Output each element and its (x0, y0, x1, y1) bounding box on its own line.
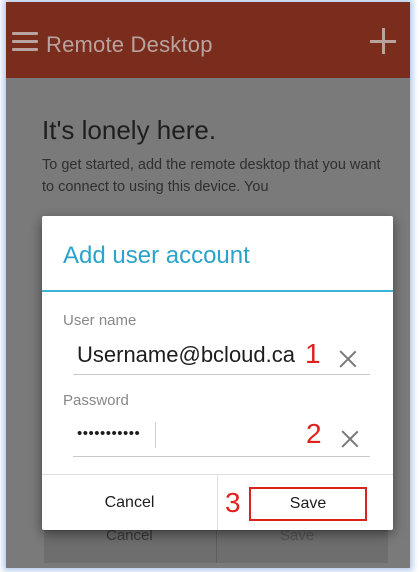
cancel-button[interactable]: Cancel (42, 475, 217, 530)
empty-state-heading: It's lonely here. (42, 115, 217, 145)
background-dialog-divider (216, 531, 217, 563)
add-user-account-dialog: Add user account User name Username@bclo… (42, 216, 393, 530)
save-button[interactable]: Save (249, 487, 367, 521)
dialog-title-divider (42, 290, 393, 292)
dialog-actions-separator (217, 475, 218, 530)
text-cursor (155, 422, 156, 448)
username-underline (73, 374, 370, 375)
password-underline (73, 456, 370, 457)
empty-state-body: To get started, add the remote desktop t… (42, 157, 381, 195)
plus-icon[interactable] (370, 28, 396, 54)
password-label: Password (63, 392, 129, 409)
annotation-marker-1: 1 (305, 338, 321, 369)
username-input[interactable]: Username@bcloud.ca (77, 342, 295, 368)
password-input[interactable]: ••••••••••• (77, 425, 140, 442)
app-title: Remote Desktop (46, 32, 213, 57)
annotation-marker-2: 2 (306, 418, 322, 449)
app-bar: Remote Desktop (6, 2, 410, 78)
app-screen: Remote Desktop It's lonely here. To get … (6, 2, 410, 568)
clear-username-icon[interactable] (339, 350, 357, 368)
annotation-marker-3: 3 (225, 487, 241, 518)
username-label: User name (63, 312, 137, 329)
background-dialog-footer: Cancel Save (44, 527, 388, 563)
dialog-title: Add user account (63, 242, 250, 269)
hamburger-menu-icon[interactable] (12, 32, 38, 52)
clear-password-icon[interactable] (341, 430, 359, 448)
